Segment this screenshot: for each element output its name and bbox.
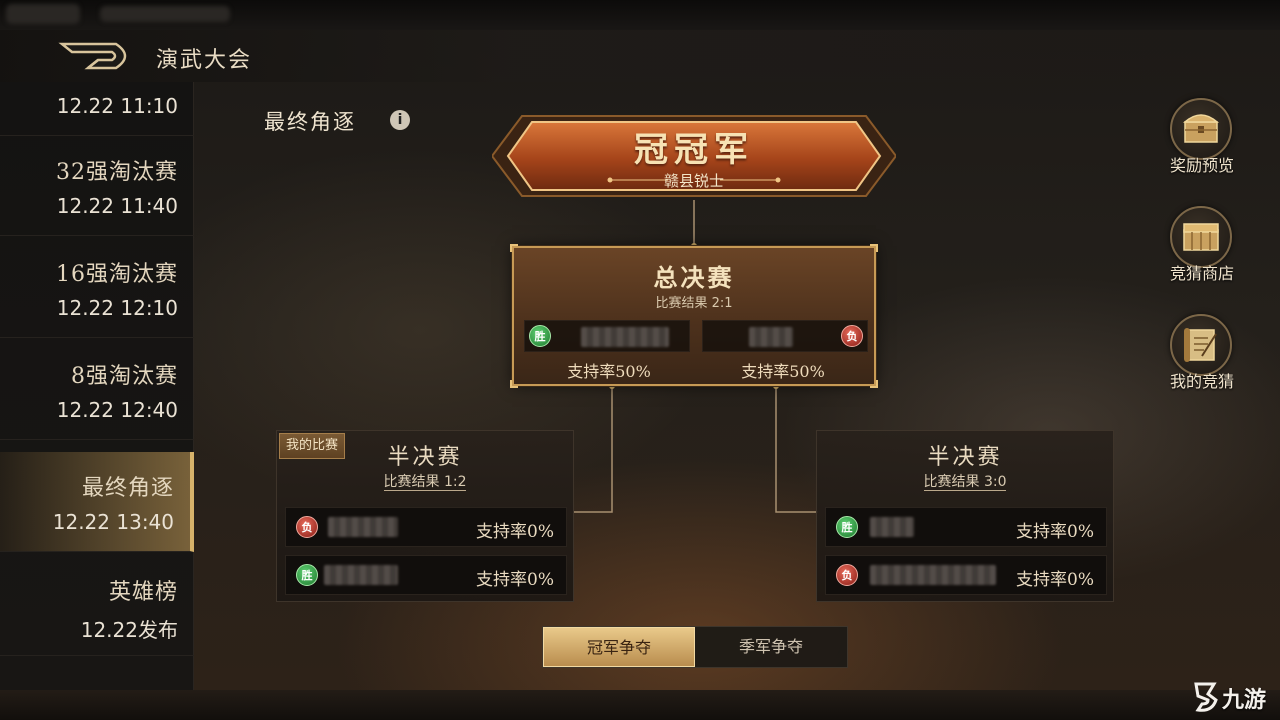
semifinal-result-text: 比赛结果 3:0 bbox=[923, 474, 1007, 491]
sidebar-item-time: 12.22 12:10 bbox=[56, 296, 178, 320]
guess-shop-button[interactable]: 竞猜商店 bbox=[1156, 206, 1248, 296]
win-badge-icon: 胜 bbox=[529, 325, 551, 347]
champion-title: 冠冠军 bbox=[634, 130, 754, 170]
sidebar: 12.22 11:10 32强淘汰赛 12.22 11:40 16强淘汰赛 12… bbox=[0, 82, 194, 690]
semifinal-row[interactable]: 负 支持率0% bbox=[285, 507, 567, 547]
blurred-player-name bbox=[749, 327, 793, 347]
corner-ornament bbox=[510, 380, 518, 388]
corner-ornament bbox=[870, 244, 878, 252]
sidebar-item-time: 12.22发布 bbox=[80, 618, 178, 642]
sidebar-item-round-32[interactable]: 32强淘汰赛 12.22 11:40 bbox=[0, 136, 194, 236]
watermark: 九游 bbox=[1188, 676, 1280, 716]
blurred-player-name bbox=[581, 327, 669, 347]
sidebar-item-hero-rank[interactable]: 英雄榜 12.22发布 bbox=[0, 556, 194, 656]
sidebar-item-label: 英雄榜 bbox=[108, 580, 178, 605]
guess-shop-label: 竞猜商店 bbox=[1169, 264, 1234, 283]
semifinal-result: 比赛结果 3:0 bbox=[817, 471, 1113, 491]
section-title: 最终角逐 bbox=[264, 110, 356, 134]
final-match-card[interactable]: 总决赛 比赛结果 2:1 胜 负 支持率50% 支持率50% bbox=[510, 244, 878, 388]
support-rate: 支持率0% bbox=[476, 522, 554, 542]
treasure-chest-icon bbox=[1170, 98, 1232, 160]
my-guess-label: 我的竞猜 bbox=[1169, 372, 1234, 391]
semifinal-title: 半决赛 bbox=[387, 445, 463, 470]
final-team-right[interactable]: 负 bbox=[702, 320, 868, 352]
bracket-tabs: 冠军争夺 季军争夺 bbox=[542, 626, 848, 668]
support-rate: 支持率0% bbox=[1016, 570, 1094, 590]
sidebar-item-finals[interactable]: 最终角逐 12.22 13:40 bbox=[0, 452, 194, 552]
support-rate: 支持率0% bbox=[1016, 522, 1094, 542]
final-title: 总决赛 bbox=[653, 263, 735, 292]
top-status-bar bbox=[0, 0, 1280, 30]
sidebar-item-label: 8强淘汰赛 bbox=[71, 364, 178, 389]
header-title: 演武大会 bbox=[156, 48, 253, 73]
sidebar-item-time: 12.22 11:10 bbox=[56, 94, 178, 118]
reward-preview-label: 奖励预览 bbox=[1169, 156, 1234, 175]
sidebar-item-time: 12.22 13:40 bbox=[52, 510, 174, 534]
lose-badge-icon: 负 bbox=[836, 564, 858, 586]
blurred-player-name bbox=[870, 565, 996, 585]
sidebar-item-round-8[interactable]: 8强淘汰赛 12.22 12:40 bbox=[0, 340, 194, 440]
reward-preview-button[interactable]: 奖励预览 bbox=[1156, 98, 1248, 188]
my-guess-button[interactable]: 我的竞猜 bbox=[1156, 314, 1248, 404]
blurred-status-left bbox=[6, 4, 80, 24]
final-support-left: 支持率50% bbox=[567, 362, 651, 381]
semifinal-result: 比赛结果 1:2 bbox=[277, 471, 573, 491]
tab-champion[interactable]: 冠军争夺 bbox=[543, 627, 695, 667]
semifinal-title: 半决赛 bbox=[927, 445, 1003, 470]
corner-ornament bbox=[870, 380, 878, 388]
back-arrow-icon[interactable] bbox=[58, 38, 138, 74]
sidebar-item-previous[interactable]: 12.22 11:10 bbox=[0, 82, 194, 136]
blurred-player-name bbox=[324, 565, 398, 585]
scroll-icon bbox=[1170, 314, 1232, 376]
lose-badge-icon: 负 bbox=[296, 516, 318, 538]
sidebar-item-time: 12.22 11:40 bbox=[56, 194, 178, 218]
support-rate: 支持率0% bbox=[476, 570, 554, 590]
watermark-text: 九游 bbox=[1222, 688, 1267, 713]
sidebar-item-label: 32强淘汰赛 bbox=[56, 160, 178, 185]
bottom-strip bbox=[0, 690, 1280, 720]
semifinal-card-left[interactable]: 我的比赛 半决赛 比赛结果 1:2 负 支持率0% 胜 支持率0% bbox=[276, 430, 574, 602]
semifinal-row[interactable]: 胜 支持率0% bbox=[285, 555, 567, 595]
final-team-left[interactable]: 胜 bbox=[524, 320, 690, 352]
final-support-right: 支持率50% bbox=[741, 362, 825, 381]
semifinal-result-text: 比赛结果 1:2 bbox=[383, 474, 467, 491]
semifinal-row[interactable]: 胜 支持率0% bbox=[825, 507, 1107, 547]
info-icon[interactable]: i bbox=[390, 110, 410, 130]
semifinal-card-right[interactable]: 半决赛 比赛结果 3:0 胜 支持率0% 负 支持率0% bbox=[816, 430, 1114, 602]
final-result: 比赛结果 2:1 bbox=[655, 296, 733, 311]
sidebar-item-label: 最终角逐 bbox=[81, 476, 174, 501]
lose-badge-icon: 负 bbox=[841, 325, 863, 347]
sidebar-item-time: 12.22 12:40 bbox=[56, 398, 178, 422]
watermark-logo-icon bbox=[1194, 682, 1218, 712]
blurred-player-name bbox=[870, 517, 914, 537]
header: 演武大会 bbox=[0, 30, 1280, 82]
blurred-player-name bbox=[328, 517, 398, 537]
sidebar-item-label: 16强淘汰赛 bbox=[56, 262, 178, 287]
win-badge-icon: 胜 bbox=[836, 516, 858, 538]
corner-ornament bbox=[510, 244, 518, 252]
champion-name: 赣县锐士 bbox=[663, 172, 724, 190]
tab-third-place[interactable]: 季军争夺 bbox=[695, 627, 847, 667]
win-badge-icon: 胜 bbox=[296, 564, 318, 586]
sidebar-item-round-16[interactable]: 16强淘汰赛 12.22 12:10 bbox=[0, 238, 194, 338]
blurred-status-text bbox=[100, 6, 230, 22]
shop-chest-icon bbox=[1170, 206, 1232, 268]
champion-banner: 冠冠军 赣县锐士 bbox=[492, 108, 896, 204]
semifinal-row[interactable]: 负 支持率0% bbox=[825, 555, 1107, 595]
